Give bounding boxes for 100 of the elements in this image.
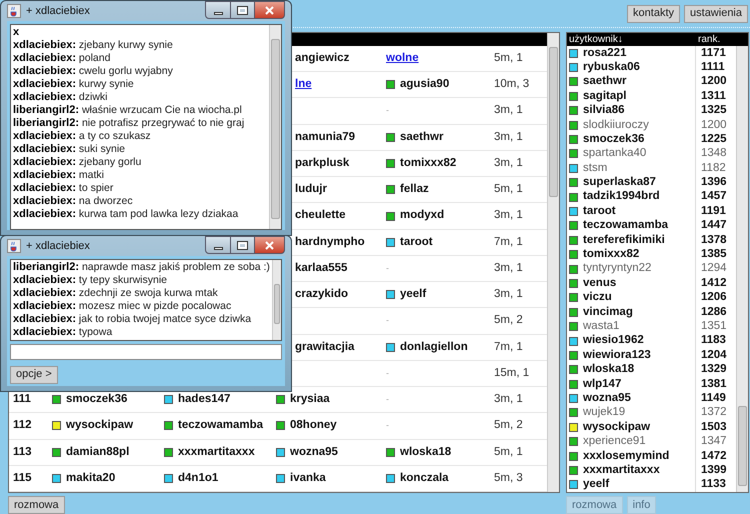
time-control-text: 7m, 1 [494,234,523,250]
user-row[interactable]: wlp147 1381 [567,376,736,392]
user-row[interactable]: wiesio1962 1183 [567,334,736,348]
empty-seat-text: - [386,392,389,406]
rank-text: 1204 [700,348,727,363]
user-row[interactable]: wysockipaw 1503 [567,420,736,435]
user-name: superlaska87 [583,175,656,190]
user-row[interactable]: wozna95 1149 [567,391,736,406]
time-control-text: 5m, 1 [494,444,523,460]
user-row[interactable]: sagitapl 1311 [567,89,736,104]
time-control-text: 5m, 1 [494,182,523,198]
player-name: krysiaa [290,392,330,408]
time-control-text: 5m, 2 [494,418,523,434]
player-name: karlaa555 [295,260,348,276]
rank-text: 1399 [700,462,727,478]
user-row[interactable]: tomixxx82 1385 [567,247,736,262]
user-row[interactable]: wloska18 1329 [567,362,736,377]
table-number: 113 [13,446,32,458]
user-row[interactable]: spartanka40 1348 [567,146,736,162]
time-control-text: 3m, 1 [494,208,523,224]
toolbar-button[interactable]: ustawienia [684,4,748,22]
chat-message: xdlaciebiex: na dworzec [13,195,134,208]
user-name: rosa221 [583,46,626,61]
time-control-text: 3m, 1 [494,156,523,171]
chat-message: xdlaciebiex: jak to robia twojej matce syce dziwka [13,313,252,326]
rank-text: 1396 [700,175,727,190]
time-control-text: 3m, 1 [494,392,523,408]
rank-text: 1294 [700,261,727,276]
user-row[interactable]: yeelf 1133 [567,478,736,492]
rank-text: 1183 [700,333,726,348]
column-header[interactable]: rank. [698,33,720,46]
rank-text: 1347 [700,434,727,450]
player-name: grawitacjia [295,340,354,355]
player-name: taroot [400,234,433,250]
player-name: donlagiellon [400,340,468,355]
chat-message: x [13,26,20,39]
time-control-text: 5m, 1 [494,50,523,66]
player-name: crazykido [295,287,348,302]
rank-text: 1133 [700,477,726,492]
user-row[interactable]: xxxlosemymind 1472 [567,448,736,464]
user-row[interactable]: silvia86 1325 [567,104,736,118]
chat-message: xdlaciebiex: a ty co szukasz [13,130,152,143]
options-button[interactable]: opcje > [10,366,58,384]
player-name: namunia79 [295,130,356,145]
user-name: tadzik1994brd [583,189,660,204]
user-row[interactable]: vincimag 1286 [567,305,736,320]
user-row[interactable]: stsm 1182 [567,161,736,176]
user-row[interactable]: tyntyryntyn22 1294 [567,262,736,276]
user-row[interactable]: tereferefikimiki 1378 [567,233,736,248]
user-row[interactable]: rybuska06 1111 [567,60,736,75]
user-name: wlp147 [583,376,622,392]
window-title: + xdlaciebiex [26,238,90,254]
rank-text: 1225 [700,132,727,147]
user-row[interactable]: xxxmartitaxxx 1399 [567,463,736,478]
rank-text: 1348 [700,146,727,162]
user-row[interactable]: taroot 1191 [567,204,736,219]
user-row[interactable]: slodkiiuroczy 1200 [567,118,736,132]
user-row[interactable]: saethwr 1200 [567,74,736,90]
rank-text: 1381 [700,376,727,392]
user-row[interactable]: superlaska87 1396 [567,176,736,190]
rank-text: 1200 [700,74,727,90]
rank-text: 1286 [700,304,727,320]
column-header[interactable]: użytkownik↓ [567,33,698,46]
user-name: slodkiiuroczy [583,118,649,133]
conversation-button[interactable]: rozmowa [8,496,65,514]
user-name: wloska18 [583,362,634,378]
user-row[interactable]: teczowamamba 1447 [567,218,736,234]
free-seat-link[interactable]: wolne [386,50,419,68]
user-row[interactable]: viczu 1206 [567,290,736,306]
user-row[interactable]: wiewiora123 1204 [567,348,736,363]
player-name: 08honey [290,418,337,434]
user-name: wasta1 [583,319,620,334]
user-name: wysockipaw [583,420,650,435]
user-row[interactable]: wujek19 1372 [567,406,736,420]
chat-message: xdlaciebiex: typowa [13,326,114,339]
user-row[interactable]: xperience91 1347 [567,434,736,449]
user-name: vincimag [583,304,633,320]
player-name: cheulette [295,208,346,224]
chat-message: xdlaciebiex: zjebany gorlu [13,156,142,169]
rank-text: 1472 [700,448,727,464]
player-name: hardnympho [295,234,365,250]
chat-message: xdlaciebiex: cwelu gorlu wyjabny [13,65,174,78]
user-row[interactable]: smoczek36 1225 [567,132,736,147]
toolbar-button[interactable]: kontakty [627,4,680,22]
rank-text: 1191 [700,204,726,219]
rank-text: 1149 [700,390,726,406]
user-name: xxxmartitaxxx [583,462,660,478]
user-row[interactable]: rosa221 1171 [567,46,736,60]
user-name: yeelf [583,477,610,492]
chat-message: xdlaciebiex: dziwki [13,91,108,104]
time-control-text: 3m, 1 [494,287,523,302]
chat-message: xdlaciebiex: matki [13,169,105,182]
free-seat-link[interactable]: lne [295,76,312,94]
user-row[interactable]: wasta1 1351 [567,319,736,334]
user-row[interactable]: tadzik1994brd 1457 [567,190,736,204]
player-name: ludujr [295,182,327,198]
rank-text: 1351 [700,319,727,334]
rank-text: 1311 [700,88,726,104]
table-number: 115 [13,472,32,484]
user-row[interactable]: venus 1412 [567,276,736,291]
